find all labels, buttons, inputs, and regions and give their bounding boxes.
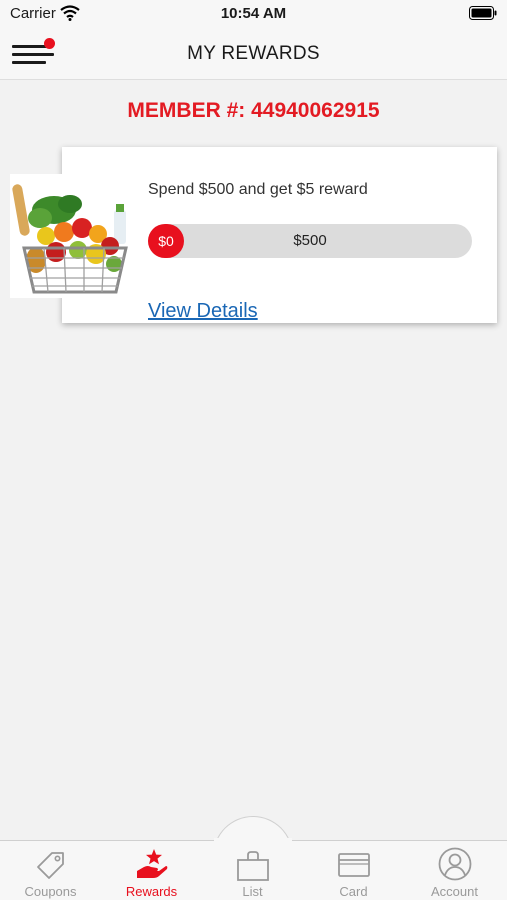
tab-list[interactable]: List [202, 841, 303, 900]
nav-bar: MY REWARDS [0, 28, 507, 80]
member-number: MEMBER #: 44940062915 [127, 99, 380, 122]
view-details-link[interactable]: View Details [148, 300, 258, 323]
tab-label: Rewards [125, 884, 178, 899]
grocery-basket-image [10, 174, 138, 298]
tab-coupons[interactable]: Coupons [0, 841, 101, 900]
reward-description: Spend $500 and get $5 reward [148, 181, 368, 198]
progress-start-label: $0 [148, 224, 184, 258]
tab-label: Account [431, 884, 478, 899]
tab-bump-cover [214, 838, 292, 844]
tab-card[interactable]: Card [303, 841, 404, 900]
tab-label: Coupons [24, 884, 77, 899]
battery-icon [469, 6, 497, 20]
progress-goal-label: $500 [293, 232, 327, 249]
tab-label: List [242, 884, 263, 899]
tab-rewards[interactable]: Rewards [101, 841, 202, 900]
status-bar: Carrier 10:54 AM [0, 0, 507, 28]
tab-bar: Coupons Rewards List Card Account [0, 840, 507, 900]
tab-label: Card [339, 884, 368, 899]
reward-progress-bar: $500 $0 [148, 224, 472, 258]
tab-account[interactable]: Account [404, 841, 505, 900]
page-title: MY REWARDS [187, 43, 320, 64]
account-icon [438, 847, 472, 881]
rewards-star-hand-icon [135, 847, 169, 881]
tag-icon [34, 847, 68, 881]
card-icon [337, 847, 371, 881]
status-time: 10:54 AM [220, 5, 287, 22]
list-bag-icon [236, 847, 270, 881]
